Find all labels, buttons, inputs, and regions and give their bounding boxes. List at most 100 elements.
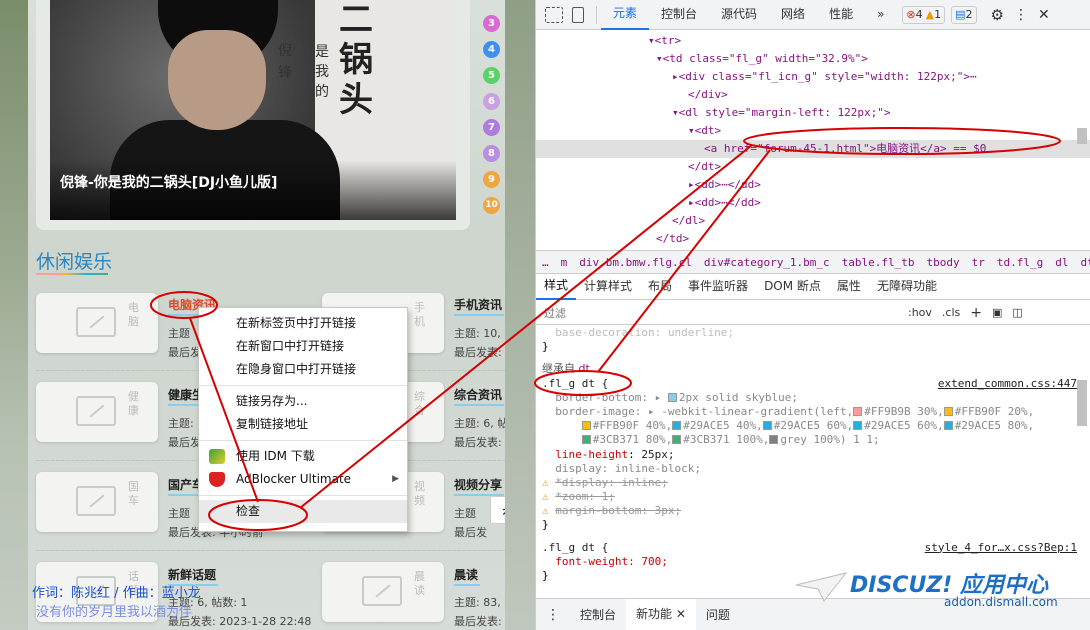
add-rule-icon[interactable]: + — [970, 305, 982, 321]
tab-event-listeners[interactable]: 事件监听器 — [680, 274, 756, 299]
edit-icon — [76, 396, 116, 426]
tab-console[interactable]: 控制台 — [649, 0, 709, 29]
breadcrumb-item[interactable]: tr — [966, 256, 991, 269]
menu-item-inspect[interactable]: 检查 — [199, 500, 407, 523]
breadcrumb-item[interactable]: div#category_1.bm_c — [698, 256, 836, 269]
list-item[interactable]: 9 分享 — [483, 166, 535, 192]
tab-dom-breakpoints[interactable]: DOM 断点 — [756, 274, 829, 299]
sidebar-toggle-icon[interactable]: ◫ — [1012, 306, 1022, 319]
tab-issues[interactable]: 问题 — [696, 606, 740, 623]
menu-item-open-new-window[interactable]: 在新窗口中打开链接 — [199, 335, 407, 358]
watermark-url: addon.dismall.com — [944, 595, 1058, 609]
divider — [596, 5, 597, 24]
styles-filter-bar: 过滤 :hov .cls + ▣ ◫ — [536, 301, 1090, 325]
back-to-top-button[interactable]: ⌅ — [490, 496, 522, 524]
dom-node-line[interactable]: ▸<dd>⋯</dd> — [536, 176, 1090, 194]
menu-item-copy-link[interactable]: 复制链接地址 — [199, 413, 407, 436]
list-item[interactable]: 6 DJ小 — [483, 88, 535, 114]
menu-separator — [199, 440, 407, 441]
forum-icon[interactable]: 晨读 — [322, 562, 444, 622]
section-title: 休闲娱乐 — [36, 251, 113, 273]
close-icon[interactable]: ✕ — [1038, 7, 1050, 23]
messages-badge[interactable]: ▤ 2 — [951, 5, 977, 24]
cover-artist-name: 倪锋 — [278, 43, 292, 81]
menu-item-save-link[interactable]: 链接另存为... — [199, 390, 407, 413]
dom-node-line[interactable]: </td> — [536, 230, 1090, 248]
dom-node-line[interactable]: <a href="forum-45-1.html">电脑资讯</a> == $0 — [536, 140, 1090, 158]
dom-node-line[interactable]: ▸<dd>⋯</dd> — [536, 194, 1090, 212]
forum-icon[interactable]: 健康 — [36, 382, 158, 442]
more-menu-icon[interactable]: ⋮ — [1014, 7, 1028, 23]
device-toggle-icon[interactable] — [572, 6, 584, 23]
close-icon[interactable]: ✕ — [676, 607, 686, 621]
section-underline — [36, 273, 108, 275]
list-item[interactable]: 8 分享 — [483, 140, 535, 166]
cover-caption[interactable]: 倪锋-你是我的二锅头[DJ小鱼儿版] — [50, 160, 456, 220]
list-item[interactable]: 5 DJ小 — [483, 62, 535, 88]
menu-item-adblocker[interactable]: AdBlocker Ultimate ▶ — [199, 468, 407, 491]
dom-node-line[interactable]: ▾<dl style="margin-left: 122px;"> — [536, 104, 1090, 122]
tab-accessibility[interactable]: 无障碍功能 — [869, 274, 945, 299]
scrollbar[interactable] — [1077, 380, 1087, 426]
paint-icon[interactable]: ▣ — [992, 306, 1002, 319]
forum-last-post: 最后发表: 2023- — [454, 615, 535, 628]
breadcrumb-item[interactable]: dt — [1075, 256, 1090, 269]
forum-title-link[interactable]: 综合资讯 — [454, 386, 505, 406]
list-item[interactable]: 4 倪雄 — [483, 36, 535, 62]
rule-source-link[interactable]: style_4_for…x.css?Bep:1 — [925, 541, 1077, 555]
forum-icon[interactable]: 国车 — [36, 472, 158, 532]
menu-item-open-new-tab[interactable]: 在新标签页中打开链接 — [199, 312, 407, 335]
tab-performance[interactable]: 性能 — [817, 0, 865, 29]
breadcrumb-item[interactable]: dl — [1049, 256, 1074, 269]
dom-node-line[interactable]: </div> — [536, 86, 1090, 104]
dom-node-line[interactable]: ▾<tr> — [536, 32, 1090, 50]
inherited-element[interactable]: dt — [579, 362, 590, 375]
tab-computed[interactable]: 计算样式 — [576, 274, 640, 299]
breadcrumb-item[interactable]: m — [555, 256, 574, 269]
rule-source-link[interactable]: extend_common.css:447 — [938, 377, 1077, 391]
forum-title-link[interactable]: 视频分享 — [454, 476, 505, 496]
styles-pane: base-decoration: underline; } 继承自 dt .fl… — [542, 326, 1077, 582]
cls-button[interactable]: .cls — [942, 306, 960, 319]
select-element-icon[interactable] — [545, 6, 563, 23]
breadcrumb-item[interactable]: table.fl_tb — [836, 256, 921, 269]
breadcrumb-item[interactable]: div.bm.bmw.flg.cl — [573, 256, 698, 269]
dom-node-line[interactable]: ▾<td class="fl_g" width="32.9%"> — [536, 50, 1090, 68]
tab-network[interactable]: 网络 — [769, 0, 817, 29]
inherited-label: 继承自 — [542, 362, 575, 376]
forum-title-link[interactable]: 手机资讯 — [454, 296, 505, 316]
tab-styles[interactable]: 样式 — [536, 273, 577, 300]
tab-layout[interactable]: 布局 — [640, 274, 680, 299]
more-tabs-button[interactable]: » — [865, 0, 896, 29]
filter-input[interactable]: 过滤 — [544, 305, 904, 321]
forum-title-link[interactable]: 晨读 — [454, 566, 481, 586]
menu-item-open-incognito[interactable]: 在隐身窗口中打开链接 — [199, 358, 407, 381]
dom-node-line[interactable]: ▾<dt> — [536, 122, 1090, 140]
dom-node-line[interactable]: </dt> — [536, 158, 1090, 176]
tab-whats-new[interactable]: 新功能 ✕ — [626, 599, 696, 630]
list-item[interactable]: 7 DJ小 — [483, 114, 535, 140]
edit-icon — [362, 576, 402, 606]
tab-properties[interactable]: 属性 — [829, 274, 869, 299]
scrollbar[interactable] — [1077, 128, 1087, 144]
breadcrumb-item[interactable]: td.fl_g — [991, 256, 1049, 269]
breadcrumb-item[interactable]: tbody — [921, 256, 966, 269]
rank-number: 10 — [483, 196, 500, 214]
menu-item-idm[interactable]: 使用 IDM 下载 — [199, 445, 407, 468]
dom-node-line[interactable]: </dl> — [536, 212, 1090, 230]
forum-icon[interactable]: 电脑 — [36, 293, 158, 353]
watermark: DISCUZ! 应用中心 addon.dismall.com — [790, 565, 1080, 615]
lyrics-line: 没有你的岁月里我以酒为伴 — [36, 605, 193, 620]
tab-sources[interactable]: 源代码 — [709, 0, 769, 29]
list-item[interactable]: 3 新一 — [483, 10, 535, 36]
hov-button[interactable]: :hov — [908, 306, 932, 319]
gear-icon[interactable]: ⚙ — [991, 6, 1004, 24]
breadcrumb-item[interactable]: … — [536, 256, 555, 269]
devtools-panel: 元素 控制台 源代码 网络 性能 » ⊗ 4 ▲ 1 ▤ 2 ⚙ ⋮ ✕ ▾<tr> ▾<… — [535, 0, 1090, 630]
dom-node-line[interactable]: ▸<div class="fl_icn_g" style="width: 122… — [536, 68, 1090, 86]
drawer-menu-icon[interactable]: ⋮ — [536, 607, 570, 623]
tab-console-drawer[interactable]: 控制台 — [570, 606, 626, 623]
tab-elements[interactable]: 元素 — [601, 0, 650, 30]
list-item[interactable]: 10 分享 — [483, 192, 535, 218]
error-warning-badge[interactable]: ⊗ 4 ▲ 1 — [902, 5, 946, 24]
